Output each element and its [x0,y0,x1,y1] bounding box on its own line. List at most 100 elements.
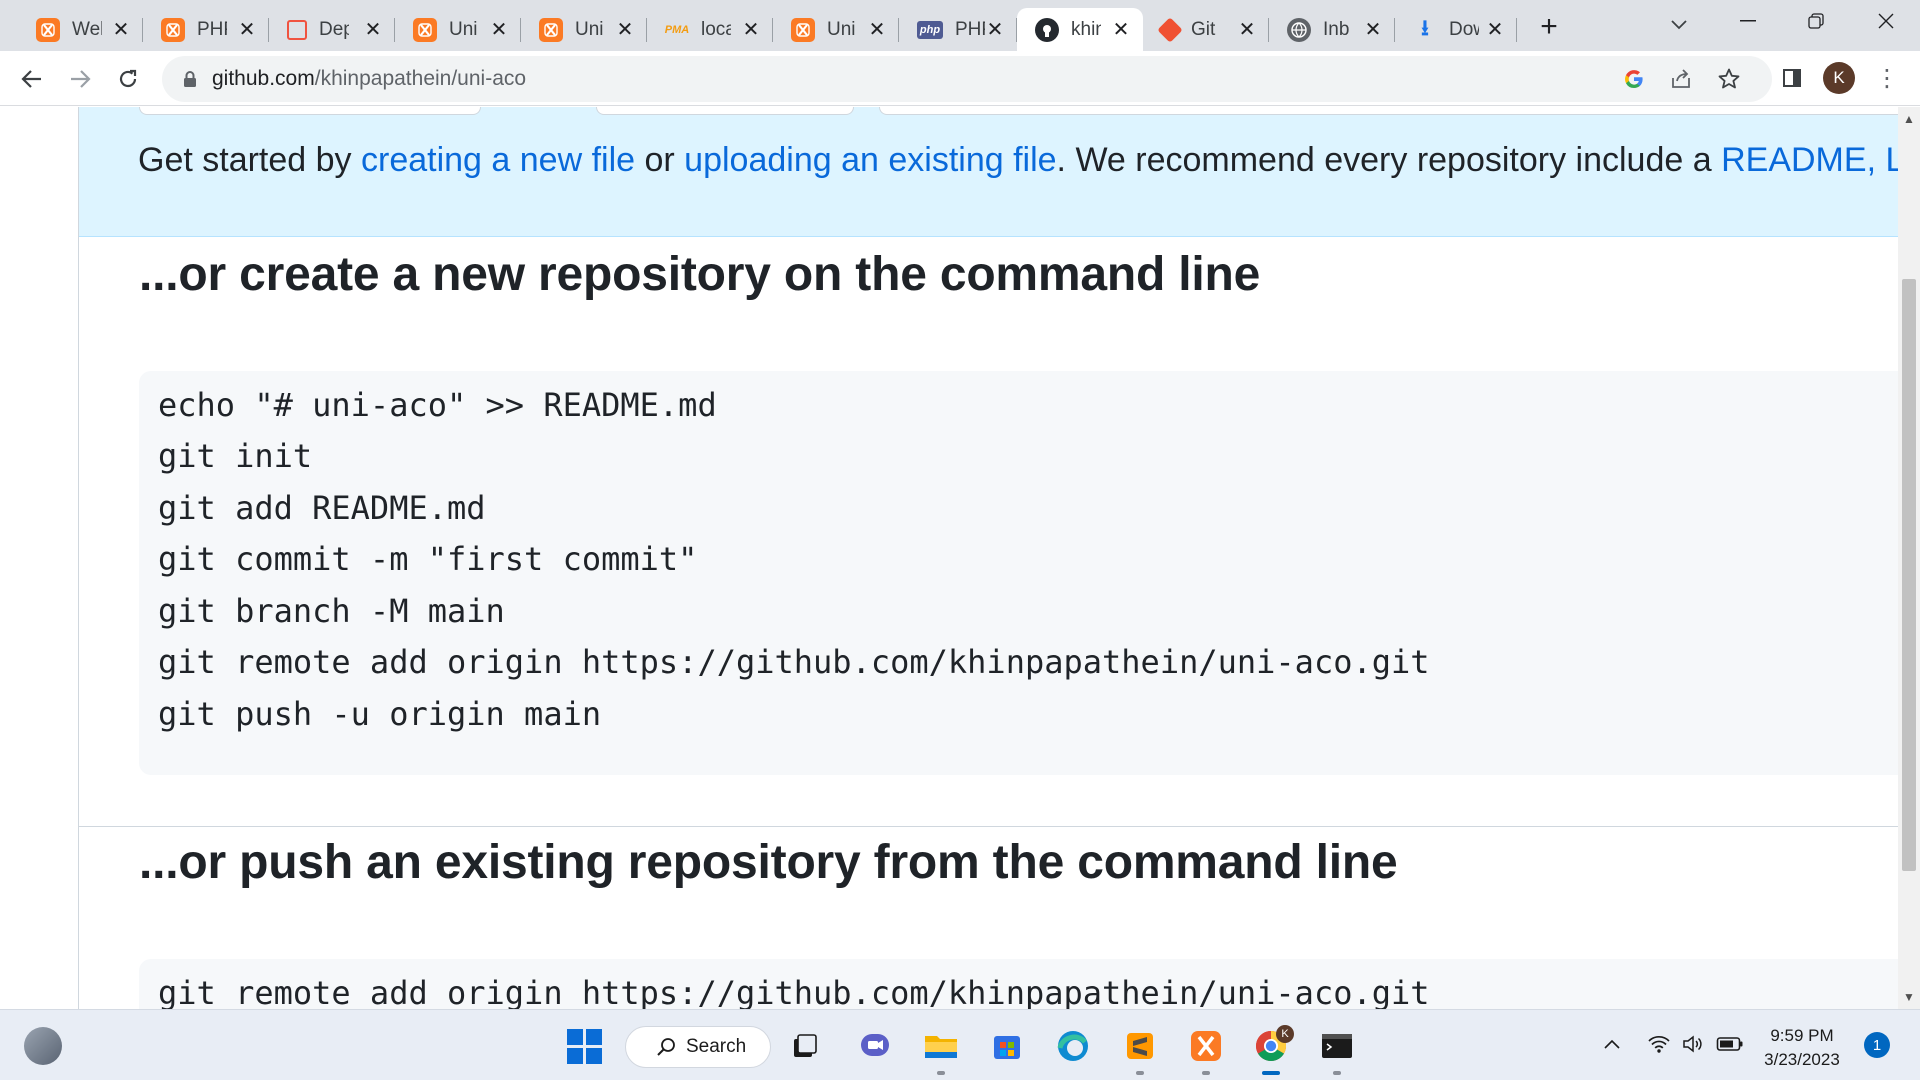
tab-title: Uni [827,18,856,40]
folder-icon [925,1036,957,1058]
taskbar-search[interactable]: Search [625,1026,771,1068]
task-view-button[interactable] [782,1023,828,1069]
code-block-push[interactable]: git remote add origin https://github.com… [139,959,1898,1009]
browser-toolbar: github.com/khinpapathein/uni-aco K ⋮ [0,51,1920,106]
chrome-button[interactable]: K [1248,1023,1294,1075]
close-icon[interactable]: ✕ [111,19,131,41]
php-icon: php [917,20,943,39]
code-block-create[interactable]: echo "# uni-aco" >> README.md git init g… [139,371,1898,775]
profile-badge: K [1276,1025,1294,1043]
tab-title: PHP [197,18,227,40]
tab-inbox[interactable]: Inb ✕ [1269,8,1395,51]
minimize-button[interactable] [1718,0,1778,42]
tab-localhost[interactable]: PMA loca ✕ [647,8,773,51]
file-explorer-button[interactable] [918,1023,964,1075]
address-bar[interactable]: github.com/khinpapathein/uni-aco [162,56,1772,102]
close-icon[interactable]: ✕ [615,19,635,41]
start-button[interactable] [561,1023,607,1069]
scrollbar-thumb[interactable] [1902,279,1916,871]
tab-search-button[interactable] [1662,8,1696,42]
close-icon[interactable]: ✕ [1111,19,1131,41]
forward-button[interactable] [62,61,98,97]
notification-badge[interactable]: 1 [1864,1032,1890,1058]
url-text[interactable]: github.com/khinpapathein/uni-aco [212,67,526,91]
wifi-status[interactable] [1646,1032,1672,1056]
restore-icon [1808,13,1824,29]
section-title-push: ...or push an existing repository from t… [139,836,1398,889]
terminal-button[interactable] [1314,1023,1360,1075]
tab-title: khin [1071,18,1101,40]
new-tab-button[interactable]: + [1532,10,1566,44]
google-icon [1625,70,1643,89]
git-icon [1157,16,1183,43]
share-button[interactable] [1666,64,1696,94]
tab-title: Dep [319,18,349,40]
tab-downloads[interactable]: ⭳ Dow ✕ [1395,8,1517,51]
url-path: /khinpapathein/uni-aco [314,67,527,90]
tab-git[interactable]: Git ✕ [1143,8,1269,51]
close-window-button[interactable] [1856,0,1916,42]
restore-button[interactable] [1786,0,1846,42]
xampp-icon [539,17,563,42]
laravel-icon [287,19,307,40]
tab-uni-2[interactable]: Uni ✕ [521,8,647,51]
globe-icon [1287,17,1311,42]
upload-existing-file-link[interactable]: uploading an existing file [684,141,1056,179]
edge-button[interactable] [1050,1023,1096,1069]
page-scrollbar[interactable]: ▲ ▼ [1898,107,1920,1009]
xampp-control-button[interactable] [1183,1023,1229,1075]
close-icon[interactable]: ✕ [867,19,887,41]
close-icon[interactable]: ✕ [985,19,1005,41]
tab-uni-3[interactable]: Uni ✕ [773,8,899,51]
close-icon[interactable]: ✕ [1485,19,1505,41]
close-icon[interactable]: ✕ [363,19,383,41]
section-divider [79,826,1898,827]
close-icon[interactable]: ✕ [1363,19,1383,41]
teams-chat-button[interactable] [852,1023,898,1069]
side-panel-button[interactable] [1775,61,1809,95]
tab-php-manual[interactable]: php PHP ✕ [899,8,1017,51]
code-line: echo "# uni-aco" >> README.md [158,386,717,424]
system-clock[interactable]: 9:59 PM 3/23/2023 [1752,1024,1852,1072]
arrow-right-icon [71,70,91,88]
tab-title: Uni [449,18,478,40]
tab-title: Git [1191,18,1216,40]
tab-welcome[interactable]: Wel ✕ [18,8,143,51]
code-line: git push -u origin main [158,695,602,733]
close-icon[interactable]: ✕ [1237,19,1257,41]
tab-title: Uni [575,18,604,40]
close-icon[interactable]: ✕ [741,19,761,41]
code-line: git branch -M main [158,592,505,630]
back-button[interactable] [14,61,50,97]
weather-widget-icon[interactable] [24,1027,62,1065]
readme-link[interactable]: README [1721,141,1866,179]
github-icon [1035,17,1059,42]
volume-status[interactable] [1680,1032,1706,1056]
bookmark-button[interactable] [1714,64,1744,94]
microsoft-store-button[interactable] [984,1023,1030,1069]
sublime-text-button[interactable] [1117,1023,1163,1075]
tab-deployment[interactable]: Dep ✕ [269,8,395,51]
battery-status[interactable] [1716,1032,1744,1056]
page-viewport: Get started by creating a new file or up… [0,107,1898,1009]
tab-php[interactable]: PHP ✕ [143,8,269,51]
minimize-icon [1740,20,1756,22]
reload-button[interactable] [110,61,146,97]
code-line: git remote add origin https://github.com… [158,974,1430,1009]
profile-avatar[interactable]: K [1823,62,1855,94]
lock-icon[interactable] [180,69,200,89]
scroll-up-arrow-icon[interactable]: ▲ [1898,107,1920,131]
clock-time: 9:59 PM [1770,1026,1834,1045]
create-new-file-link[interactable]: creating a new file [361,141,635,179]
scroll-down-arrow-icon[interactable]: ▼ [1898,985,1920,1009]
kebab-menu-icon[interactable]: ⋮ [1872,61,1902,95]
tab-github-active[interactable]: khin ✕ [1017,8,1143,51]
close-icon[interactable]: ✕ [489,19,509,41]
close-icon[interactable]: ✕ [237,19,257,41]
tab-title: loca [701,18,731,40]
show-hidden-icons-button[interactable] [1600,1032,1624,1056]
license-link[interactable]: , L [1867,141,1898,179]
tab-uni-1[interactable]: Uni ✕ [395,8,521,51]
google-lens-button[interactable] [1619,64,1649,94]
xampp-icon [161,17,185,42]
